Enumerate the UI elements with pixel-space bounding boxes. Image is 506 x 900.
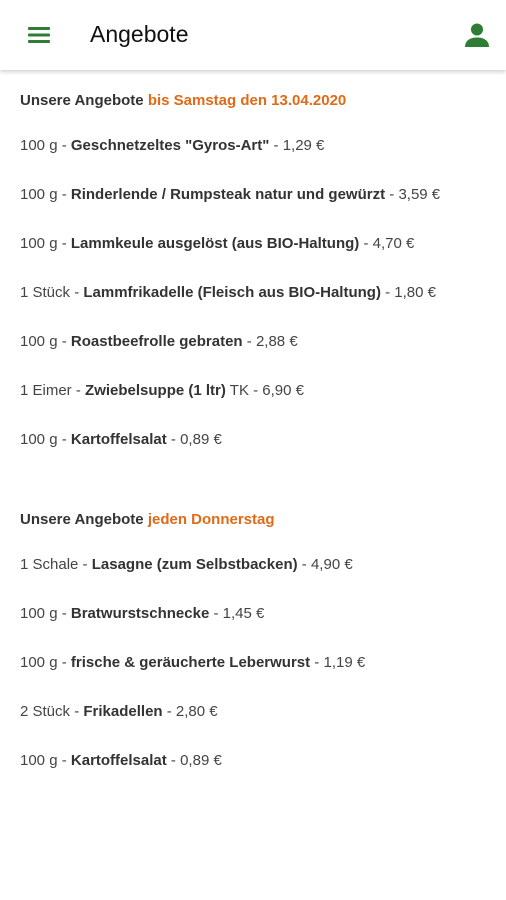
offer-product-name: Bratwurstschnecke [70,605,210,622]
offer-quantity: 1 Stück [20,284,71,301]
offer-price: 4,90 € [310,556,353,573]
offer-product-name: Rinderlende / Rumpsteak natur und gewürz… [70,186,386,203]
offer-quantity: 100 g [20,752,58,769]
offer-item: 1 Eimer - Zwiebelsuppe (1 ltr) TK - 6,90… [20,376,486,406]
offer-price: 1,45 € [222,605,265,622]
offer-product-name: Kartoffelsalat [70,752,167,769]
offer-quantity: 100 g [20,235,58,252]
offer-separator: - [166,752,181,769]
offer-quantity: 100 g [20,654,58,671]
offer-separator: - [209,605,223,622]
section-heading-highlight: bis Samstag den 13.04.2020 [147,92,347,109]
offer-quantity: 100 g [20,186,58,203]
offer-separator: - [57,235,71,252]
hamburger-menu-icon[interactable] [24,22,54,48]
page-title: Angebote [90,21,189,47]
offer-quantity: 100 g [20,605,58,622]
section-heading-prefix: Unsere Angebote [20,511,148,528]
offer-separator: - [242,333,256,350]
offer-item: 100 g - Geschnetzeltes "Gyros-Art" - 1,2… [20,131,486,161]
offer-separator: - [70,703,84,720]
offer-price: 6,90 € [262,382,305,399]
offer-separator: - [57,137,71,154]
offer-separator: - [385,186,399,203]
section-heading-prefix: Unsere Angebote [20,92,148,109]
offer-separator: - [57,333,71,350]
offer-separator: - [297,556,311,573]
offer-separator: - [162,703,176,720]
offer-item: 2 Stück - Frikadellen - 2,80 € [20,697,486,727]
offer-product-name: Frikadellen [83,703,163,720]
offer-item: 1 Schale - Lasagne (zum Selbstbacken) - … [20,550,486,580]
offer-quantity: 2 Stück [20,703,71,720]
offer-product-name: Roastbeefrolle gebraten [70,333,243,350]
offer-separator: - [57,654,71,671]
offer-price: 1,80 € [394,284,436,301]
offer-separator: - [57,752,71,769]
offer-product-name: Zwiebelsuppe (1 ltr) [85,382,226,399]
offer-price: 2,88 € [255,333,298,350]
offer-price: 1,29 € [282,137,325,154]
offers-content: Unsere Angebote bis Samstag den 13.04.20… [0,70,506,776]
offer-separator: - [70,284,84,301]
offer-item: 100 g - Lammkeule ausgelöst (aus BIO-Hal… [20,229,486,259]
offer-separator: - [310,654,324,671]
offer-separator: - [359,235,373,252]
offer-product-name: Lammkeule ausgelöst (aus BIO-Haltung) [70,235,360,252]
offer-separator: - [166,431,181,448]
offer-quantity: 100 g [20,137,58,154]
offer-item: 1 Stück - Lammfrikadelle (Fleisch aus BI… [20,278,486,308]
offer-price: 3,59 € [398,186,441,203]
offers-section-saturday: Unsere Angebote bis Samstag den 13.04.20… [20,70,486,455]
offer-item: 100 g - Kartoffelsalat - 0,89 € [20,746,486,776]
offer-product-name: Kartoffelsalat [70,431,167,448]
offer-separator: - [57,605,71,622]
user-account-icon[interactable] [462,20,492,50]
offer-separator: TK - [225,382,263,399]
offer-quantity: 100 g [20,431,58,448]
offer-price: 0,89 € [180,752,222,769]
offer-quantity: 100 g [20,333,58,350]
offer-price: 4,70 € [372,235,415,252]
section-heading-highlight: jeden Donnerstag [147,511,275,528]
section-heading: Unsere Angebote jeden Donnerstag [20,509,486,531]
section-heading: Unsere Angebote bis Samstag den 13.04.20… [20,90,486,112]
offer-item: 100 g - Roastbeefrolle gebraten - 2,88 € [20,327,486,357]
offer-item: 100 g - Rinderlende / Rumpsteak natur un… [20,180,486,210]
offer-separator: - [78,556,92,573]
offer-separator: - [57,431,71,448]
offer-item: 100 g - Bratwurstschnecke - 1,45 € [20,599,486,629]
offer-separator: - [71,382,86,399]
offer-quantity: 1 Eimer [20,382,72,399]
offer-product-name: frische & geräucherte Leberwurst [70,654,311,671]
offer-product-name: Lasagne (zum Selbstbacken) [91,556,298,573]
offer-product-name: Geschnetzeltes "Gyros-Art" [70,137,270,154]
offer-product-name: Lammfrikadelle (Fleisch aus BIO-Haltung) [83,284,381,301]
offer-separator: - [269,137,283,154]
offer-quantity: 1 Schale [20,556,79,573]
offer-price: 0,89 € [180,431,222,448]
offer-item: 100 g - Kartoffelsalat - 0,89 € [20,425,486,455]
offers-section-thursday: Unsere Angebote jeden Donnerstag 1 Schal… [20,455,486,776]
offer-separator: - [380,284,395,301]
offer-price: 2,80 € [175,703,218,720]
offer-price: 1,19 € [323,654,366,671]
offer-separator: - [57,186,71,203]
offer-item: 100 g - frische & geräucherte Leberwurst… [20,648,486,678]
app-bar: Angebote [0,0,506,70]
